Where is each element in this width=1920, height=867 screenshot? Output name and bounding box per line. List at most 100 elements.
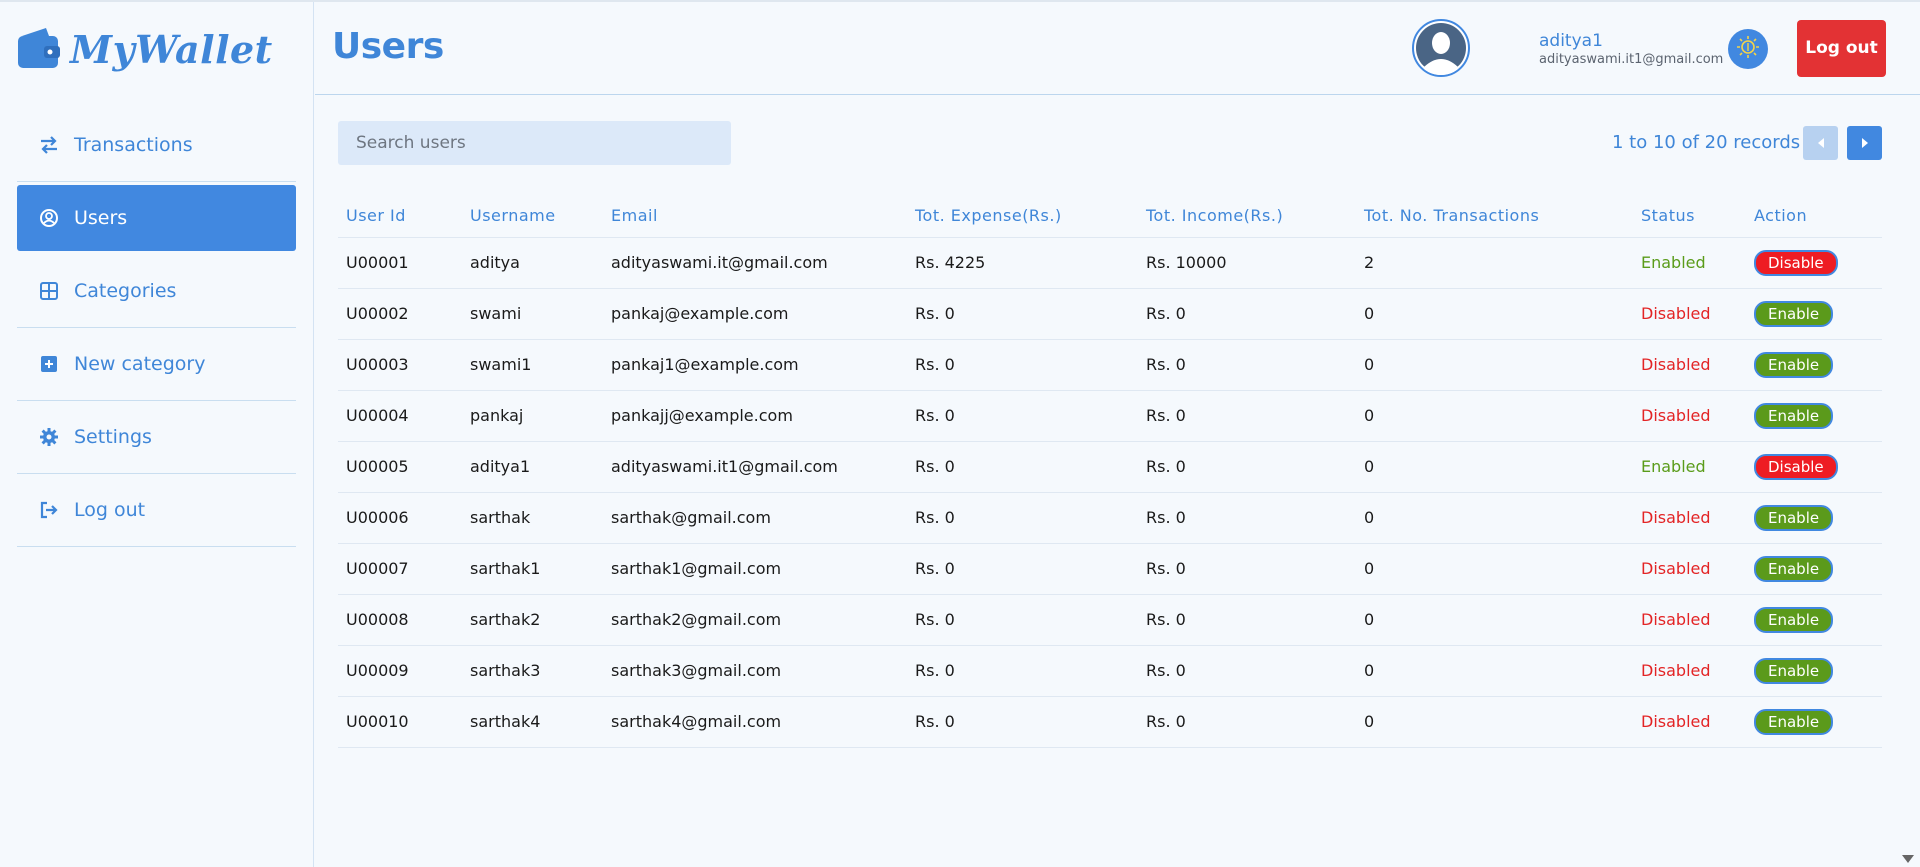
user-circle-icon bbox=[39, 208, 59, 228]
sidebar-item-settings[interactable]: Settings bbox=[17, 401, 296, 474]
page-header: Users aditya1 adityaswami.it1@gmail.com … bbox=[315, 2, 1920, 95]
expense-cell: Rs. 4225 bbox=[907, 237, 1138, 289]
enable-button[interactable]: Enable bbox=[1754, 300, 1834, 327]
sidebar-item-new-category[interactable]: New category bbox=[17, 328, 296, 401]
column-header: Tot. Expense(Rs.) bbox=[907, 195, 1138, 238]
email-cell: pankajj@example.com bbox=[603, 390, 907, 442]
username-cell: sarthak bbox=[462, 492, 603, 544]
status-cell: Disabled bbox=[1633, 645, 1746, 697]
username-cell: sarthak3 bbox=[462, 645, 603, 697]
transactions-cell: 0 bbox=[1356, 492, 1633, 544]
sidebar-item-label: Settings bbox=[74, 426, 152, 448]
income-cell: Rs. 0 bbox=[1138, 390, 1356, 442]
transactions-cell: 0 bbox=[1356, 543, 1633, 595]
logo[interactable]: MyWallet bbox=[16, 19, 273, 79]
transactions-cell: 0 bbox=[1356, 390, 1633, 442]
username-cell: swami bbox=[462, 288, 603, 340]
action-cell: Disable bbox=[1746, 237, 1882, 289]
transactions-cell: 0 bbox=[1356, 594, 1633, 646]
transactions-cell: 0 bbox=[1356, 696, 1633, 748]
logout-button[interactable]: Log out bbox=[1797, 20, 1886, 77]
sidebar-item-label: Categories bbox=[74, 280, 177, 302]
sidebar-item-log-out[interactable]: Log out bbox=[17, 474, 296, 547]
status-cell: Disabled bbox=[1633, 594, 1746, 646]
prev-page-button[interactable] bbox=[1803, 126, 1838, 160]
income-cell: Rs. 0 bbox=[1138, 339, 1356, 391]
username-cell: aditya1 bbox=[462, 441, 603, 493]
table-row: U00010 sarthak4 sarthak4@gmail.com Rs. 0… bbox=[338, 696, 1882, 748]
income-cell: Rs. 0 bbox=[1138, 543, 1356, 595]
email-cell: sarthak@gmail.com bbox=[603, 492, 907, 544]
next-page-button[interactable] bbox=[1847, 126, 1882, 160]
grid-icon bbox=[39, 281, 59, 301]
table-row: U00003 swami1 pankaj1@example.com Rs. 0 … bbox=[338, 339, 1882, 391]
sidebar-nav: Transactions Users Categories New catego… bbox=[17, 109, 296, 547]
email-cell: pankaj@example.com bbox=[603, 288, 907, 340]
disable-button[interactable]: Disable bbox=[1754, 249, 1838, 276]
search-input[interactable] bbox=[338, 121, 731, 165]
user-id-cell: U00010 bbox=[338, 696, 462, 748]
email-cell: pankaj1@example.com bbox=[603, 339, 907, 391]
action-cell: Enable bbox=[1746, 288, 1882, 340]
email-cell: adityaswami.it@gmail.com bbox=[603, 237, 907, 289]
action-cell: Enable bbox=[1746, 339, 1882, 391]
username-cell: pankaj bbox=[462, 390, 603, 442]
sidebar-item-label: Transactions bbox=[74, 134, 193, 156]
status-cell: Enabled bbox=[1633, 237, 1746, 289]
email-cell: sarthak2@gmail.com bbox=[603, 594, 907, 646]
users-table: User Id Username Email Tot. Expense(Rs.)… bbox=[338, 195, 1882, 748]
enable-button[interactable]: Enable bbox=[1754, 351, 1834, 378]
user-id-cell: U00002 bbox=[338, 288, 462, 340]
status-cell: Disabled bbox=[1633, 339, 1746, 391]
income-cell: Rs. 0 bbox=[1138, 288, 1356, 340]
action-cell: Enable bbox=[1746, 696, 1882, 748]
action-cell: Enable bbox=[1746, 594, 1882, 646]
username-cell: sarthak1 bbox=[462, 543, 603, 595]
status-cell: Disabled bbox=[1633, 288, 1746, 340]
table-row: U00002 swami pankaj@example.com Rs. 0 Rs… bbox=[338, 288, 1882, 340]
action-cell: Enable bbox=[1746, 645, 1882, 697]
sign-out-icon bbox=[39, 500, 59, 520]
wallet-icon bbox=[16, 26, 62, 72]
app-name: MyWallet bbox=[70, 26, 273, 72]
expense-cell: Rs. 0 bbox=[907, 696, 1138, 748]
expense-cell: Rs. 0 bbox=[907, 339, 1138, 391]
sidebar-item-transactions[interactable]: Transactions bbox=[17, 109, 296, 182]
status-cell: Enabled bbox=[1633, 441, 1746, 493]
plus-square-icon bbox=[39, 354, 59, 374]
enable-button[interactable]: Enable bbox=[1754, 606, 1834, 633]
scroll-down-arrow[interactable] bbox=[1902, 855, 1914, 863]
user-id-cell: U00009 bbox=[338, 645, 462, 697]
disable-button[interactable]: Disable bbox=[1754, 453, 1838, 480]
action-cell: Disable bbox=[1746, 441, 1882, 493]
enable-button[interactable]: Enable bbox=[1754, 555, 1834, 582]
transactions-cell: 2 bbox=[1356, 237, 1633, 289]
user-info: aditya1 adityaswami.it1@gmail.com bbox=[1539, 31, 1723, 67]
table-row: U00006 sarthak sarthak@gmail.com Rs. 0 R… bbox=[338, 492, 1882, 544]
enable-button[interactable]: Enable bbox=[1754, 402, 1834, 429]
table-row: U00001 aditya adityaswami.it@gmail.com R… bbox=[338, 237, 1882, 289]
sidebar-item-users[interactable]: Users bbox=[17, 185, 296, 251]
email-cell: sarthak1@gmail.com bbox=[603, 543, 907, 595]
avatar[interactable] bbox=[1412, 19, 1470, 77]
caret-right-icon bbox=[1860, 134, 1870, 153]
income-cell: Rs. 10000 bbox=[1138, 237, 1356, 289]
expense-cell: Rs. 0 bbox=[907, 645, 1138, 697]
theme-toggle-button[interactable] bbox=[1728, 29, 1768, 69]
enable-button[interactable]: Enable bbox=[1754, 657, 1834, 684]
transactions-cell: 0 bbox=[1356, 645, 1633, 697]
column-header: Status bbox=[1633, 195, 1746, 238]
transactions-cell: 0 bbox=[1356, 441, 1633, 493]
sidebar-item-categories[interactable]: Categories bbox=[17, 255, 296, 328]
transactions-cell: 0 bbox=[1356, 339, 1633, 391]
expense-cell: Rs. 0 bbox=[907, 288, 1138, 340]
user-id-cell: U00007 bbox=[338, 543, 462, 595]
column-header: User Id bbox=[338, 195, 462, 238]
arrows-exchange-icon bbox=[39, 135, 59, 155]
enable-button[interactable]: Enable bbox=[1754, 504, 1834, 531]
action-cell: Enable bbox=[1746, 390, 1882, 442]
enable-button[interactable]: Enable bbox=[1754, 708, 1834, 735]
column-header: Action bbox=[1746, 195, 1882, 238]
income-cell: Rs. 0 bbox=[1138, 492, 1356, 544]
page-title: Users bbox=[332, 26, 444, 67]
